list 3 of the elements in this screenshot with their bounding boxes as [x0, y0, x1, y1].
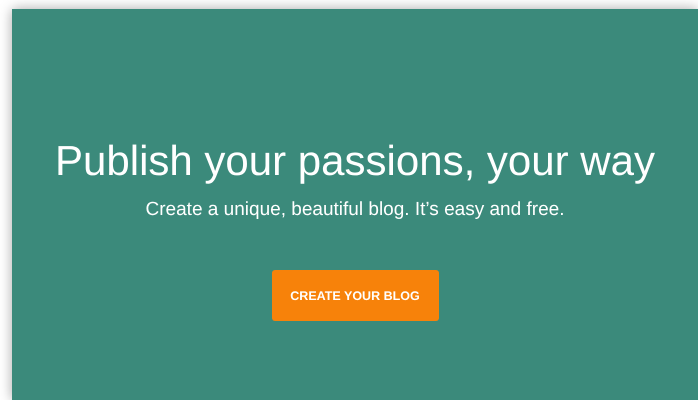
create-blog-button[interactable]: CREATE YOUR BLOG	[272, 270, 438, 321]
hero-title: Publish your passions, your way	[55, 136, 655, 186]
hero-subtitle: Create a unique, beautiful blog. It’s easy and free.	[146, 198, 564, 222]
